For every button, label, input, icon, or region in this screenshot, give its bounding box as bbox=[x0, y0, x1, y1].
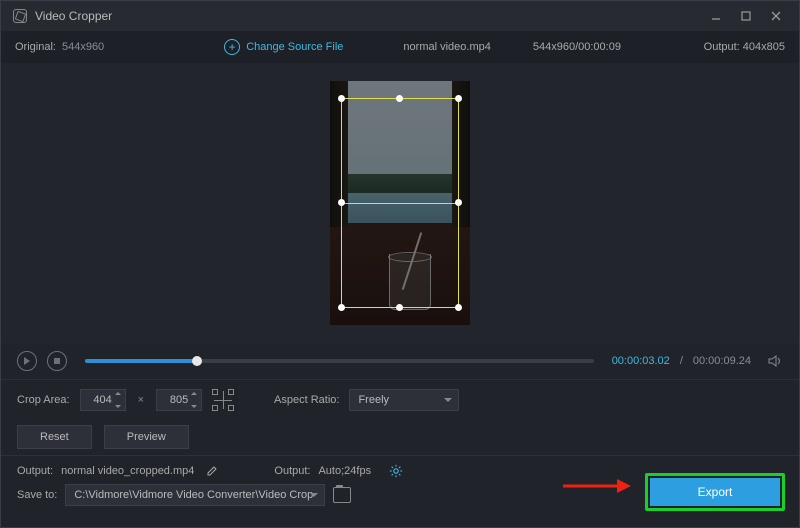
app-icon bbox=[13, 9, 27, 23]
export-button[interactable]: Export bbox=[650, 478, 780, 506]
crop-handle[interactable] bbox=[338, 304, 345, 311]
output-file-label: Output: bbox=[17, 465, 53, 477]
crop-rectangle[interactable] bbox=[341, 98, 459, 308]
center-crop-icon[interactable] bbox=[212, 389, 234, 411]
chevron-down-icon bbox=[310, 493, 318, 497]
info-bar: Original: 544x960 + Change Source File n… bbox=[1, 31, 799, 63]
video-cropper-window: Video Cropper Original: 544x960 + Change… bbox=[0, 0, 800, 528]
output-section: Output: normal video_cropped.mp4 Output:… bbox=[1, 455, 799, 521]
change-source-button[interactable]: + Change Source File bbox=[224, 39, 343, 55]
app-title: Video Cropper bbox=[35, 9, 112, 23]
maximize-button[interactable] bbox=[731, 4, 761, 28]
progress-knob[interactable] bbox=[192, 356, 202, 366]
edit-icon[interactable] bbox=[206, 465, 218, 477]
action-buttons-row: Reset Preview bbox=[1, 419, 799, 455]
stop-button[interactable] bbox=[47, 351, 67, 371]
crop-handle[interactable] bbox=[396, 304, 403, 311]
save-path-dropdown[interactable]: C:\Vidmore\Vidmore Video Converter\Video… bbox=[65, 484, 325, 506]
close-button[interactable] bbox=[761, 4, 791, 28]
open-folder-icon[interactable] bbox=[333, 487, 351, 503]
time-sep: / bbox=[680, 355, 683, 367]
time-current: 00:00:03.02 bbox=[612, 355, 670, 367]
preview-button[interactable]: Preview bbox=[104, 425, 189, 449]
crop-handle[interactable] bbox=[455, 304, 462, 311]
output-format-value: Auto;24fps bbox=[318, 465, 371, 477]
aspect-ratio-label: Aspect Ratio: bbox=[274, 394, 339, 406]
original-dim: 544x960 bbox=[62, 41, 104, 53]
change-source-label: Change Source File bbox=[246, 41, 343, 53]
playback-controls: 00:00:03.02 / 00:00:09.24 bbox=[1, 343, 799, 379]
crop-handle[interactable] bbox=[338, 199, 345, 206]
export-highlight: Export bbox=[645, 473, 785, 511]
crop-settings-row: Crop Area: 404 × 805 Aspect Ratio: Freel… bbox=[1, 379, 799, 419]
crop-area-label: Crop Area: bbox=[17, 394, 70, 406]
output-dim-label: Output: bbox=[704, 41, 740, 53]
video-frame bbox=[330, 81, 470, 325]
output-format-label: Output: bbox=[274, 465, 310, 477]
output-dim: 404x805 bbox=[743, 41, 785, 53]
multiply-icon: × bbox=[138, 394, 144, 406]
output-filename: normal video_cropped.mp4 bbox=[61, 465, 194, 477]
volume-icon[interactable] bbox=[767, 353, 783, 369]
crop-width-input[interactable]: 404 bbox=[80, 389, 126, 411]
chevron-down-icon bbox=[444, 398, 452, 402]
gear-icon[interactable] bbox=[389, 464, 403, 478]
source-info: 544x960/00:00:09 bbox=[533, 41, 621, 53]
plus-icon: + bbox=[224, 39, 240, 55]
annotation-arrow bbox=[561, 476, 631, 499]
play-button[interactable] bbox=[17, 351, 37, 371]
video-preview[interactable] bbox=[1, 63, 799, 343]
time-total: 00:00:09.24 bbox=[693, 355, 751, 367]
crop-handle[interactable] bbox=[396, 95, 403, 102]
crop-handle[interactable] bbox=[455, 95, 462, 102]
minimize-button[interactable] bbox=[701, 4, 731, 28]
crop-handle[interactable] bbox=[455, 199, 462, 206]
titlebar: Video Cropper bbox=[1, 1, 799, 31]
crop-handle[interactable] bbox=[338, 95, 345, 102]
original-label: Original: bbox=[15, 41, 56, 53]
reset-button[interactable]: Reset bbox=[17, 425, 92, 449]
save-to-label: Save to: bbox=[17, 489, 57, 501]
progress-slider[interactable] bbox=[85, 359, 594, 363]
crop-height-input[interactable]: 805 bbox=[156, 389, 202, 411]
aspect-ratio-dropdown[interactable]: Freely bbox=[349, 389, 459, 411]
source-filename: normal video.mp4 bbox=[403, 41, 490, 53]
